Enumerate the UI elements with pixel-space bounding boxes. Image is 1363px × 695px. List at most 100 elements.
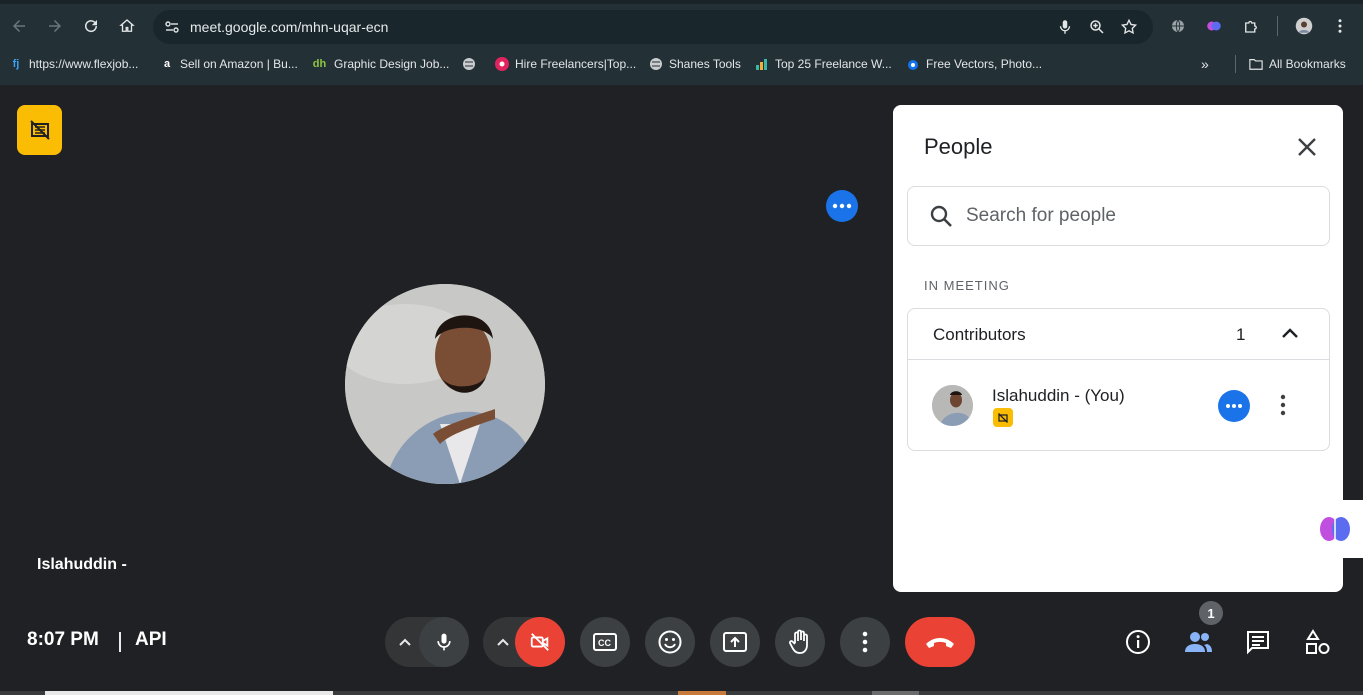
svg-text:CC: CC bbox=[598, 638, 611, 648]
flexjobs-icon: fj bbox=[12, 58, 20, 70]
emoji-icon bbox=[658, 630, 682, 654]
tab-strip bbox=[0, 0, 1363, 4]
bookmark-label: Sell on Amazon | Bu... bbox=[180, 57, 298, 71]
bookmark-shanes-tools[interactable]: Shanes Tools bbox=[649, 55, 741, 73]
more-options-button[interactable] bbox=[840, 617, 890, 667]
bookmarks-divider bbox=[1235, 55, 1236, 73]
meeting-details-button[interactable] bbox=[1122, 626, 1154, 658]
all-bookmarks-button[interactable]: All Bookmarks bbox=[1249, 55, 1346, 73]
globe-icon bbox=[462, 57, 476, 71]
bookmark-freepik[interactable]: Free Vectors, Photo... bbox=[906, 55, 1042, 73]
participant-row-name: Islahuddin - (You) bbox=[992, 386, 1125, 405]
bookmark-graphic-design[interactable]: dh Graphic Design Job... bbox=[311, 55, 450, 73]
participant-more-button[interactable] bbox=[1218, 390, 1250, 422]
site-info-icon[interactable] bbox=[164, 19, 180, 40]
extension-globe-icon[interactable] bbox=[1165, 13, 1191, 39]
end-call-icon bbox=[926, 638, 954, 648]
taskbar-segment bbox=[872, 691, 919, 695]
tile-more-options-button[interactable] bbox=[826, 190, 858, 222]
participant-name-label: Islahuddin - bbox=[37, 556, 127, 573]
globe-icon bbox=[649, 57, 663, 71]
chevron-up-icon[interactable] bbox=[1280, 323, 1300, 348]
in-meeting-heading: IN MEETING bbox=[924, 278, 1010, 293]
chat-button[interactable] bbox=[1242, 626, 1274, 658]
amazon-icon: a bbox=[163, 58, 171, 70]
bookmark-label: Free Vectors, Photo... bbox=[926, 57, 1043, 71]
bookmark-amazon[interactable]: a Sell on Amazon | Bu... bbox=[160, 55, 298, 73]
zoom-icon[interactable] bbox=[1088, 18, 1106, 41]
search-icon bbox=[929, 204, 953, 233]
bookmark-star-icon[interactable] bbox=[1120, 18, 1138, 41]
freepik-icon bbox=[906, 57, 920, 71]
bookmark-flexjobs[interactable]: fj https://www.flexjob... bbox=[9, 55, 139, 73]
browser-menu-icon[interactable] bbox=[1327, 13, 1353, 39]
raise-hand-icon bbox=[789, 629, 808, 654]
floating-extension-button[interactable] bbox=[1304, 500, 1363, 558]
taskbar-segment bbox=[678, 691, 726, 695]
raise-hand-button[interactable] bbox=[775, 617, 825, 667]
more-horiz-icon bbox=[1226, 404, 1242, 408]
activities-button[interactable] bbox=[1302, 626, 1334, 658]
meeting-code: API bbox=[135, 629, 167, 650]
people-search-input[interactable] bbox=[966, 201, 1306, 231]
info-icon bbox=[1126, 630, 1150, 654]
dh-icon: dh bbox=[312, 58, 327, 70]
activities-shapes-icon bbox=[1306, 629, 1330, 654]
no-video-icon bbox=[29, 120, 50, 140]
url-text[interactable]: meet.google.com/mhn-uqar-ecn bbox=[190, 19, 388, 35]
close-icon bbox=[1298, 138, 1316, 156]
bookmark-label: Graphic Design Job... bbox=[334, 57, 450, 71]
bookmark-freelancer[interactable]: Hire Freelancers|Top... bbox=[495, 55, 636, 73]
bookmark-label: Shanes Tools bbox=[669, 57, 741, 71]
reload-icon[interactable] bbox=[78, 13, 104, 39]
people-button[interactable] bbox=[1182, 626, 1214, 658]
camera-toggle-button[interactable] bbox=[515, 617, 565, 667]
no-video-icon bbox=[993, 408, 1013, 427]
video-off-icon bbox=[530, 633, 549, 651]
profile-avatar[interactable] bbox=[1291, 13, 1317, 39]
browser-chrome: meet.google.com/mhn-uqar-ecn fj https://… bbox=[0, 0, 1363, 85]
all-bookmarks-label: All Bookmarks bbox=[1269, 57, 1346, 71]
toolbar-divider bbox=[1277, 16, 1278, 36]
captions-button[interactable]: CC bbox=[580, 617, 630, 667]
bookmarks-bar: fj https://www.flexjob... a Sell on Amaz… bbox=[0, 50, 1363, 78]
microphone-button[interactable] bbox=[419, 617, 469, 667]
chart-icon bbox=[755, 57, 769, 71]
participant-kebab-icon[interactable] bbox=[1280, 394, 1286, 421]
participant-row: Islahuddin - (You) bbox=[908, 361, 1329, 451]
contributors-header[interactable]: Contributors 1 bbox=[908, 309, 1329, 360]
present-screen-button[interactable] bbox=[710, 617, 760, 667]
present-screen-icon bbox=[723, 632, 747, 652]
taskbar-segment bbox=[45, 691, 333, 695]
back-icon[interactable] bbox=[6, 13, 32, 39]
people-icon bbox=[1185, 632, 1212, 652]
participant-row-avatar bbox=[932, 385, 973, 426]
close-panel-button[interactable] bbox=[1291, 131, 1323, 163]
leave-call-button[interactable] bbox=[905, 617, 975, 667]
bookmark-globe[interactable] bbox=[462, 55, 476, 73]
bookmark-label: https://www.flexjob... bbox=[29, 57, 139, 71]
home-icon[interactable] bbox=[114, 13, 140, 39]
more-horiz-icon bbox=[832, 203, 852, 209]
extension-brain-icon[interactable] bbox=[1201, 13, 1227, 39]
microphone-icon bbox=[437, 633, 451, 651]
people-search-field[interactable] bbox=[907, 186, 1330, 246]
closed-captions-icon: CC bbox=[593, 633, 617, 651]
video-options-chevron-icon[interactable] bbox=[488, 626, 518, 658]
chat-icon bbox=[1247, 631, 1269, 655]
address-bar[interactable]: meet.google.com/mhn-uqar-ecn bbox=[153, 10, 1153, 44]
clock-divider bbox=[119, 632, 121, 652]
extensions-puzzle-icon[interactable] bbox=[1238, 13, 1264, 39]
people-count-badge: 1 bbox=[1199, 601, 1223, 625]
meeting-clock: 8:07 PM bbox=[27, 629, 99, 650]
forward-icon[interactable] bbox=[42, 13, 68, 39]
bookmarks-overflow-icon[interactable]: » bbox=[1201, 55, 1209, 73]
panel-title: People bbox=[924, 134, 993, 159]
reactions-button[interactable] bbox=[645, 617, 695, 667]
bookmark-label: Top 25 Freelance W... bbox=[775, 57, 892, 71]
bookmark-top-25[interactable]: Top 25 Freelance W... bbox=[755, 55, 892, 73]
voice-search-icon[interactable] bbox=[1056, 18, 1074, 41]
audio-options-chevron-icon[interactable] bbox=[390, 626, 420, 658]
more-vert-icon bbox=[862, 631, 868, 653]
contributors-label: Contributors bbox=[933, 325, 1026, 344]
